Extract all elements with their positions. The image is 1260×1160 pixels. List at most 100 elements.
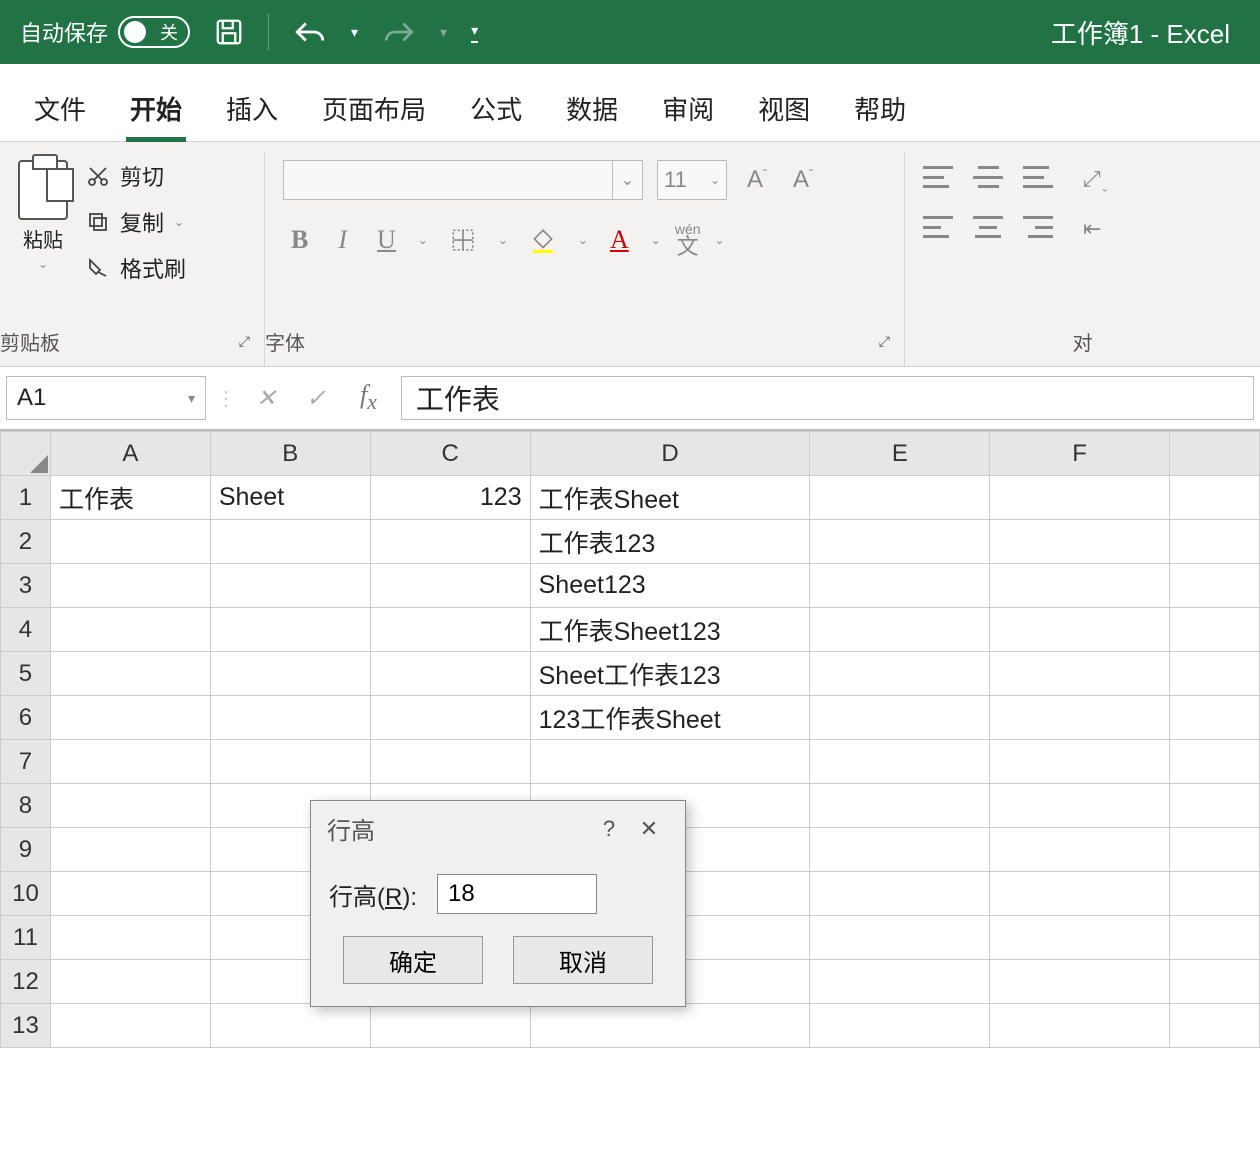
chevron-down-icon[interactable]: ▾ xyxy=(188,390,195,407)
cell[interactable]: Sheet工作表123 xyxy=(530,652,810,696)
cell[interactable] xyxy=(50,784,210,828)
phonetic-button[interactable]: wén 文 xyxy=(675,222,701,258)
cell[interactable] xyxy=(50,696,210,740)
cell[interactable] xyxy=(1170,872,1260,916)
cell[interactable] xyxy=(370,564,530,608)
cell[interactable] xyxy=(810,652,990,696)
ok-button[interactable]: 确定 xyxy=(343,936,483,984)
row-header[interactable]: 12 xyxy=(1,960,51,1004)
help-icon[interactable]: ? xyxy=(589,816,629,842)
cell[interactable] xyxy=(990,564,1170,608)
cell[interactable] xyxy=(990,828,1170,872)
cell[interactable] xyxy=(1170,784,1260,828)
cell[interactable] xyxy=(990,740,1170,784)
cell[interactable] xyxy=(1170,564,1260,608)
enter-formula-button[interactable]: ✓ xyxy=(296,384,336,413)
cell[interactable] xyxy=(370,696,530,740)
cell[interactable] xyxy=(810,696,990,740)
cell[interactable] xyxy=(1170,740,1260,784)
cell[interactable] xyxy=(50,916,210,960)
undo-dropdown[interactable]: ▾ xyxy=(351,24,358,41)
underline-dropdown[interactable]: ⌄ xyxy=(418,233,428,247)
cell[interactable] xyxy=(50,564,210,608)
cell[interactable] xyxy=(1170,608,1260,652)
align-bottom-button[interactable] xyxy=(1023,166,1053,188)
row-header[interactable]: 6 xyxy=(1,696,51,740)
cell[interactable] xyxy=(370,520,530,564)
italic-button[interactable]: I xyxy=(330,225,355,255)
cell[interactable] xyxy=(210,652,370,696)
cell[interactable] xyxy=(1170,652,1260,696)
cell[interactable] xyxy=(50,652,210,696)
font-family-select[interactable]: ⌄ xyxy=(283,160,643,200)
close-icon[interactable]: ✕ xyxy=(629,816,669,842)
cell[interactable] xyxy=(370,652,530,696)
cell[interactable] xyxy=(1170,476,1260,520)
name-box[interactable]: A1 ▾ xyxy=(6,376,206,420)
cell[interactable] xyxy=(370,740,530,784)
increase-font-button[interactable]: Aˆ xyxy=(741,166,773,194)
fx-button[interactable]: fx xyxy=(346,380,391,415)
cell[interactable] xyxy=(810,960,990,1004)
format-painter-button[interactable]: 格式刷 xyxy=(86,252,186,284)
cell[interactable] xyxy=(810,916,990,960)
cell[interactable] xyxy=(50,608,210,652)
cell[interactable] xyxy=(810,608,990,652)
cell[interactable]: 工作表123 xyxy=(530,520,810,564)
cell[interactable] xyxy=(990,872,1170,916)
cell[interactable] xyxy=(990,608,1170,652)
font-size-select[interactable]: 11 ⌄ xyxy=(657,160,727,200)
cell[interactable] xyxy=(990,696,1170,740)
orientation-button[interactable]: ⤢⌄ xyxy=(1083,166,1109,194)
row-height-input[interactable] xyxy=(437,874,597,914)
decrease-font-button[interactable]: Aˇ xyxy=(787,166,819,194)
row-header[interactable]: 2 xyxy=(1,520,51,564)
cell[interactable]: 工作表 xyxy=(50,476,210,520)
cell[interactable] xyxy=(810,520,990,564)
fill-color-button[interactable] xyxy=(522,227,564,253)
cell[interactable] xyxy=(1170,696,1260,740)
formula-input[interactable]: 工作表 xyxy=(401,376,1254,420)
cell[interactable] xyxy=(990,916,1170,960)
toggle-switch[interactable]: 关 xyxy=(118,16,190,48)
tab-home[interactable]: 开始 xyxy=(126,84,186,142)
cell[interactable] xyxy=(990,960,1170,1004)
row-header[interactable]: 8 xyxy=(1,784,51,828)
align-top-button[interactable] xyxy=(923,166,953,188)
cell[interactable] xyxy=(210,740,370,784)
cell[interactable] xyxy=(50,1004,210,1048)
cell[interactable]: 123工作表Sheet xyxy=(530,696,810,740)
tab-data[interactable]: 数据 xyxy=(562,84,622,141)
font-color-button[interactable]: A xyxy=(602,225,637,255)
cell[interactable] xyxy=(210,520,370,564)
row-header[interactable]: 10 xyxy=(1,872,51,916)
col-header-B[interactable]: B xyxy=(210,432,370,476)
underline-button[interactable]: U xyxy=(369,225,404,255)
select-all-corner[interactable] xyxy=(1,432,51,476)
cell[interactable] xyxy=(1170,828,1260,872)
cell[interactable]: 工作表Sheet123 xyxy=(530,608,810,652)
cell[interactable] xyxy=(990,476,1170,520)
cell[interactable]: 工作表Sheet xyxy=(530,476,810,520)
cell[interactable] xyxy=(370,608,530,652)
cut-button[interactable]: 剪切 xyxy=(86,160,186,192)
align-right-button[interactable] xyxy=(1023,216,1053,238)
cell[interactable] xyxy=(810,740,990,784)
cell[interactable] xyxy=(990,652,1170,696)
cell[interactable] xyxy=(1170,520,1260,564)
autosave-toggle[interactable]: 自动保存 关 xyxy=(20,16,190,48)
redo-icon[interactable] xyxy=(382,17,416,47)
cell[interactable] xyxy=(530,740,810,784)
row-header[interactable]: 9 xyxy=(1,828,51,872)
undo-icon[interactable] xyxy=(293,17,327,47)
tab-insert[interactable]: 插入 xyxy=(222,84,282,141)
row-header[interactable]: 13 xyxy=(1,1004,51,1048)
redo-dropdown[interactable]: ▾ xyxy=(440,24,447,41)
cell[interactable] xyxy=(50,740,210,784)
border-dropdown[interactable]: ⌄ xyxy=(498,233,508,247)
cell[interactable] xyxy=(210,1004,370,1048)
cell[interactable] xyxy=(810,828,990,872)
tab-file[interactable]: 文件 xyxy=(30,84,90,141)
row-header[interactable]: 5 xyxy=(1,652,51,696)
cell[interactable]: Sheet123 xyxy=(530,564,810,608)
